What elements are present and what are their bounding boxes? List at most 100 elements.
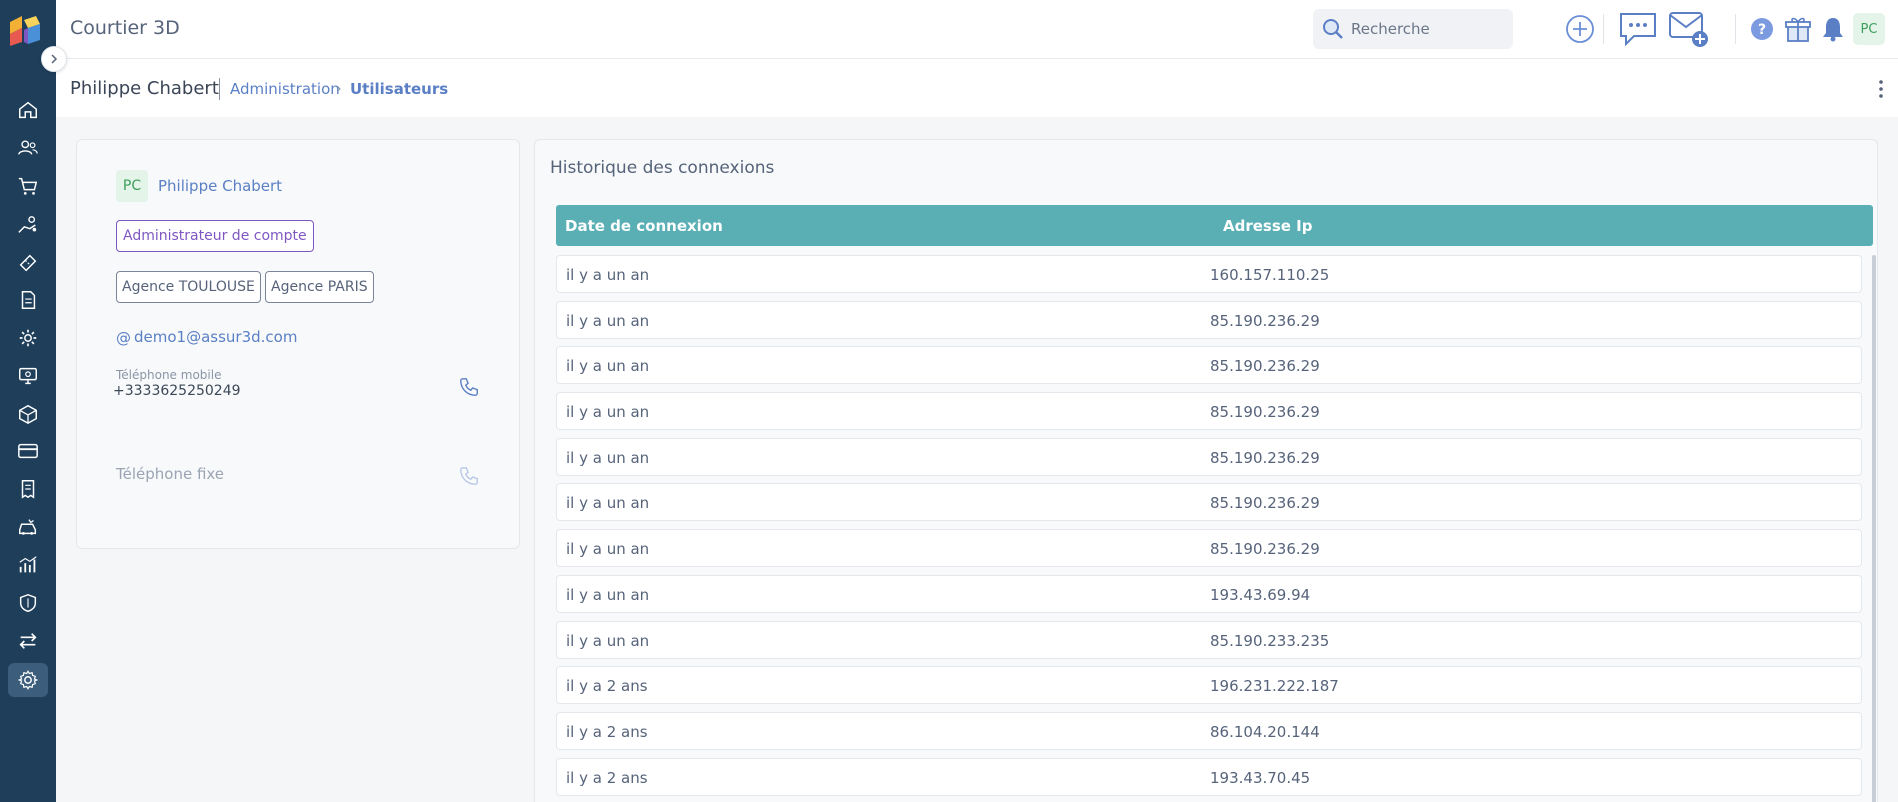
agency-badge: Agence TOULOUSE [116, 271, 261, 303]
sidebar-expand-button[interactable] [41, 46, 67, 72]
ip-address-cell: 193.43.69.94 [1210, 585, 1311, 604]
sidebar-item-gear-cog[interactable] [8, 321, 48, 355]
phone-icon [460, 467, 478, 485]
table-row[interactable]: il y a un an 85.190.236.29 [556, 346, 1862, 385]
history-title: Historique des connexions [550, 158, 775, 178]
search-input[interactable] [1351, 20, 1501, 38]
plus-circle-icon [1566, 15, 1594, 43]
gift-icon [1785, 17, 1811, 42]
car-damage-icon [19, 519, 37, 535]
mail-plus-icon [1669, 12, 1708, 47]
table-row[interactable]: il y a un an 85.190.236.29 [556, 300, 1862, 339]
table-header: Date de connexion Adresse Ip [556, 205, 1873, 246]
help-icon: ? [1751, 18, 1773, 40]
connection-date-cell: il y a 2 ans [566, 722, 648, 741]
ticket-icon [19, 254, 37, 272]
new-mail-button[interactable] [1668, 10, 1710, 48]
add-button[interactable] [1564, 10, 1596, 48]
ip-address-cell: 193.43.70.45 [1210, 768, 1311, 787]
column-header-date[interactable]: Date de connexion [565, 217, 723, 235]
breadcrumb-administration[interactable]: Administration [230, 80, 340, 98]
table-row[interactable]: il y a un an 85.190.233.235 [556, 620, 1862, 659]
sidebar-item-car-damage[interactable] [8, 510, 48, 544]
chevron-right-icon: › [336, 81, 342, 97]
table-scrollbar[interactable] [1872, 255, 1876, 802]
sidebar-item-ticket[interactable] [8, 246, 48, 280]
sidebar-item-shield[interactable] [8, 586, 48, 620]
page-title: Philippe Chabert [70, 78, 219, 99]
table-row[interactable]: il y a un an 85.190.236.29 [556, 392, 1862, 431]
topbar: Courtier 3D ? [56, 0, 1898, 59]
more-options-button[interactable] [1873, 79, 1889, 99]
messages-button[interactable] [1618, 10, 1658, 48]
separator [1735, 14, 1736, 44]
sidebar-item-cart[interactable] [8, 169, 48, 203]
table-row[interactable]: il y a 2 ans 196.231.222.187 [556, 666, 1862, 705]
profile-avatar: PC [116, 170, 148, 202]
table-row[interactable]: il y a un an 193.43.69.94 [556, 574, 1862, 613]
sidebar-item-credit-card[interactable] [8, 434, 48, 468]
table-row[interactable]: il y a un an 85.190.236.29 [556, 483, 1862, 522]
breadcrumb-utilisateurs[interactable]: Utilisateurs [350, 80, 448, 98]
connection-date-cell: il y a un an [566, 494, 650, 513]
sidebar-item-hand-coins[interactable] [8, 208, 48, 242]
shield-icon [19, 593, 37, 613]
app-title: Courtier 3D [70, 17, 180, 39]
phone-icon [460, 378, 478, 396]
monitor-money-icon [19, 367, 37, 385]
email-at-icon: @ [116, 329, 131, 347]
box-icon [19, 404, 37, 425]
profile-card: PC Philippe Chabert Administrateur de co… [76, 139, 520, 549]
table-row[interactable]: il y a 2 ans 193.43.70.45 [556, 757, 1862, 796]
ip-address-cell: 86.104.20.144 [1210, 722, 1320, 741]
role-badge: Administrateur de compte [116, 220, 314, 252]
sidebar-item-users[interactable] [8, 131, 48, 165]
table-row[interactable]: il y a un an 160.157.110.25 [556, 255, 1862, 293]
sidebar-item-receipt[interactable] [8, 472, 48, 506]
connection-date-cell: il y a un an [566, 585, 650, 604]
help-button[interactable]: ? [1750, 10, 1774, 48]
notifications-button[interactable] [1821, 10, 1845, 48]
table-row[interactable]: il y a un an 85.190.236.29 [556, 529, 1862, 568]
email-link[interactable]: demo1@assur3d.com [134, 328, 297, 346]
ip-address-cell: 160.157.110.25 [1210, 266, 1330, 284]
user-avatar[interactable]: PC [1853, 13, 1885, 45]
ip-address-cell: 85.190.236.29 [1210, 448, 1320, 467]
hand-coins-icon [18, 216, 37, 233]
breadcrumb-bar: Philippe Chabert Administration › Utilis… [56, 59, 1898, 117]
news-button[interactable] [1784, 10, 1812, 48]
connection-date-cell: il y a un an [566, 311, 650, 330]
sidebar-item-monitor-money[interactable] [8, 359, 48, 393]
sidebar-item-settings[interactable] [8, 663, 48, 697]
profile-name[interactable]: Philippe Chabert [158, 177, 282, 195]
chevron-right-icon [51, 54, 58, 64]
table-row[interactable]: il y a un an 85.190.236.29 [556, 437, 1862, 476]
connection-date-cell: il y a un an [566, 266, 650, 284]
home-icon [19, 101, 37, 119]
ip-address-cell: 85.190.236.29 [1210, 494, 1320, 513]
gear-cog-icon [19, 329, 37, 347]
search-box[interactable] [1313, 9, 1513, 49]
landline-phone-label: Téléphone fixe [116, 465, 225, 483]
sidebar-item-home[interactable] [8, 93, 48, 127]
sidebar-item-box[interactable] [8, 397, 48, 431]
ip-address-cell: 85.190.236.29 [1210, 311, 1320, 330]
receipt-icon [21, 480, 35, 499]
app-logo-icon[interactable] [6, 10, 46, 50]
ip-address-cell: 196.231.222.187 [1210, 677, 1339, 696]
connection-date-cell: il y a un an [566, 357, 650, 376]
connection-date-cell: il y a un an [566, 540, 650, 559]
table-row[interactable]: il y a 2 ans 86.104.20.144 [556, 711, 1862, 750]
call-mobile-button[interactable] [458, 376, 480, 398]
sidebar-item-transfer[interactable] [8, 624, 48, 658]
sidebar-item-chart[interactable] [8, 548, 48, 582]
transfer-icon [19, 633, 37, 649]
users-icon [18, 140, 38, 155]
table-body: il y a un an 160.157.110.25 il y a un an 85… [556, 255, 1873, 802]
chart-icon [19, 556, 37, 573]
call-landline-button[interactable] [458, 465, 480, 487]
connection-history-card: Historique des connexions Date de connex… [534, 139, 1878, 802]
sidebar-item-document[interactable] [8, 283, 48, 317]
chat-bubble-icon [1620, 13, 1656, 47]
column-header-ip[interactable]: Adresse Ip [1223, 217, 1313, 235]
